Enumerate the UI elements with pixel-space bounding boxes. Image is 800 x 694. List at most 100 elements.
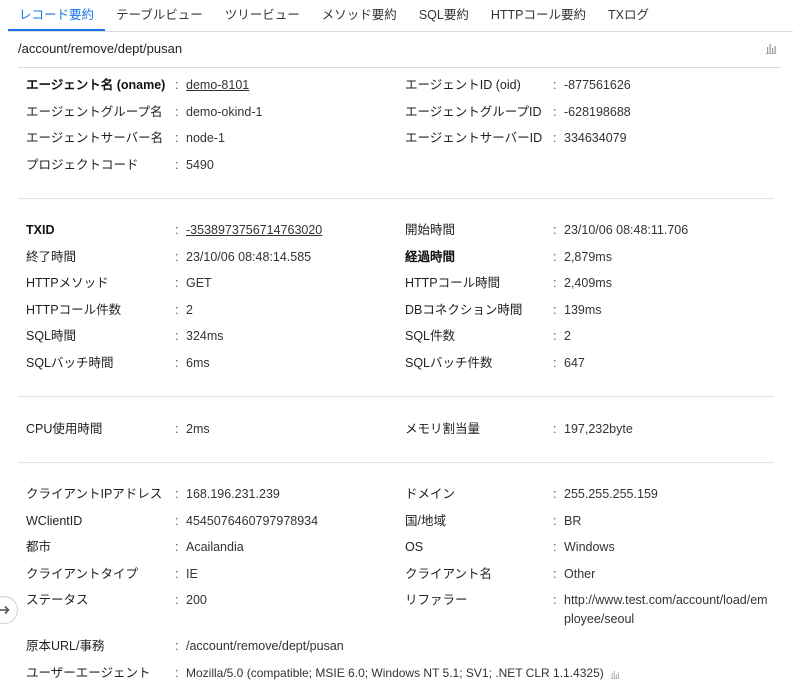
group-label: エージェントグループ名: [26, 105, 163, 119]
path-bar: /account/remove/dept/pusan: [18, 31, 781, 68]
colon: :: [553, 276, 557, 290]
group-value: demo-okind-1: [186, 105, 263, 119]
tab-sql-summary[interactable]: SQL要約: [408, 0, 480, 31]
elapsed-value: 2,879ms: [564, 250, 612, 264]
divider: [18, 396, 774, 397]
bar-chart-icon[interactable]: [765, 42, 777, 54]
http-method-label: HTTPメソッド: [26, 276, 109, 290]
oid-value: -877561626: [564, 78, 631, 92]
colon: :: [175, 593, 179, 607]
colon: :: [175, 329, 179, 343]
tx-row-3: HTTPメソッド : GET HTTPコール時間 : 2,409ms: [0, 273, 800, 293]
colon: :: [553, 540, 557, 554]
tab-tree-view[interactable]: ツリービュー: [214, 0, 311, 31]
sql-count-label: SQL件数: [405, 329, 456, 343]
original-url-value: /account/remove/dept/pusan: [186, 639, 344, 653]
wclientid-value: 4545076460797978934: [186, 514, 319, 528]
status-label: ステータス: [26, 593, 89, 607]
os-label: OS: [405, 540, 424, 554]
colon: :: [553, 329, 557, 343]
oid-label: エージェントID (oid): [405, 78, 521, 92]
colon: :: [553, 567, 557, 581]
original-url-label: 原本URL/事務: [26, 639, 105, 653]
domain-label: ドメイン: [405, 487, 456, 501]
colon: :: [175, 303, 179, 317]
colon: :: [175, 78, 179, 92]
tx-row-4: HTTPコール件数 : 2 DBコネクション時間 : 139ms: [0, 300, 800, 320]
colon: :: [175, 276, 179, 290]
colon: :: [553, 223, 557, 237]
tx-row-6: SQLバッチ時間 : 6ms SQLバッチ件数 : 647: [0, 353, 800, 373]
sql-time-value: 324ms: [186, 329, 224, 343]
cpu-time-value: 2ms: [186, 422, 210, 436]
httpcall-count-label: HTTPコール件数: [26, 303, 122, 317]
client-name-label: クライアント名: [405, 567, 493, 581]
colon: :: [175, 567, 179, 581]
colon: :: [175, 639, 179, 653]
dbconn-value: 139ms: [564, 303, 602, 317]
tx-row-2: 終了時間 : 23/10/06 08:48:14.585 経過時間 : 2,87…: [0, 247, 800, 267]
colon: :: [553, 78, 557, 92]
colon: :: [175, 223, 179, 237]
httpcall-time-label: HTTPコール時間: [405, 276, 501, 290]
end-time-label: 終了時間: [26, 250, 77, 264]
bar-chart-icon[interactable]: [610, 669, 620, 679]
arrow-right-icon: [0, 605, 10, 615]
client-name-value: Other: [564, 567, 596, 581]
tab-record-summary[interactable]: レコード要約: [8, 0, 106, 31]
sql-batch-time-label: SQLバッチ時間: [26, 356, 114, 370]
divider: [18, 462, 774, 463]
colon: :: [175, 356, 179, 370]
domain-value: 255.255.255.159: [564, 487, 658, 501]
city-label: 都市: [26, 540, 52, 554]
groupid-value: -628198688: [564, 105, 631, 119]
end-time-value: 23/10/06 08:48:14.585: [186, 250, 312, 264]
sql-count-value: 2: [564, 329, 571, 343]
oname-value-link[interactable]: demo-8101: [186, 75, 249, 95]
server-value: node-1: [186, 131, 225, 145]
client-row-1: クライアントIPアドレス : 168.196.231.239 ドメイン : 25…: [0, 484, 800, 504]
country-value: BR: [564, 514, 582, 528]
user-agent-label: ユーザーエージェント: [26, 666, 151, 680]
transaction-path: /account/remove/dept/pusan: [18, 41, 183, 56]
sql-time-label: SQL時間: [26, 329, 77, 343]
txid-label: TXID: [26, 223, 55, 237]
colon: :: [553, 593, 557, 607]
colon: :: [553, 422, 557, 436]
tab-httpcall-summary[interactable]: HTTPコール要約: [480, 0, 597, 31]
agent-row-2: エージェントグループ名 : demo-okind-1 エージェントグループID …: [0, 102, 800, 122]
os-value: Windows: [564, 540, 615, 554]
referer-value-line2: ployee/seoul: [564, 612, 635, 626]
server-label: エージェントサーバー名: [26, 131, 164, 145]
tab-tx-log[interactable]: TXログ: [597, 0, 660, 31]
oname-label: エージェント名 (oname): [26, 78, 166, 92]
httpcall-count-value: 2: [186, 303, 193, 317]
memory-label: メモリ割当量: [405, 422, 481, 436]
client-ip-value: 168.196.231.239: [186, 487, 280, 501]
memory-value: 197,232byte: [564, 422, 633, 436]
start-time-value: 23/10/06 08:48:11.706: [564, 223, 689, 237]
project-value: 5490: [186, 158, 214, 172]
colon: :: [553, 487, 557, 501]
start-time-label: 開始時間: [405, 223, 456, 237]
colon: :: [175, 250, 179, 264]
elapsed-label: 経過時間: [405, 250, 456, 264]
sql-batch-time-value: 6ms: [186, 356, 210, 370]
serverid-value: 334634079: [564, 131, 627, 145]
client-type-value: IE: [186, 567, 198, 581]
expand-panel-button[interactable]: [0, 596, 18, 624]
client-row-7: ユーザーエージェント : Mozilla/5.0 (compatible; MS…: [0, 663, 800, 683]
divider: [18, 198, 774, 199]
client-row-2: WClientID : 4545076460797978934 国/地域 : B…: [0, 511, 800, 531]
tab-bar: レコード要約 テーブルビュー ツリービュー メソッド要約 SQL要約 HTTPコ…: [8, 0, 793, 32]
client-row-6: 原本URL/事務 : /account/remove/dept/pusan: [0, 636, 800, 656]
txid-value-link[interactable]: -3538973756714763020: [186, 220, 322, 240]
tab-table-view[interactable]: テーブルビュー: [105, 0, 214, 31]
tab-method-summary[interactable]: メソッド要約: [311, 0, 408, 31]
client-row-3: 都市 : Acailandia OS : Windows: [0, 537, 800, 557]
agent-row-3: エージェントサーバー名 : node-1 エージェントサーバーID : 3346…: [0, 128, 800, 148]
httpcall-time-value: 2,409ms: [564, 276, 612, 290]
referer-label: リファラー: [405, 593, 468, 607]
sql-batch-count-value: 647: [564, 356, 585, 370]
colon: :: [175, 105, 179, 119]
